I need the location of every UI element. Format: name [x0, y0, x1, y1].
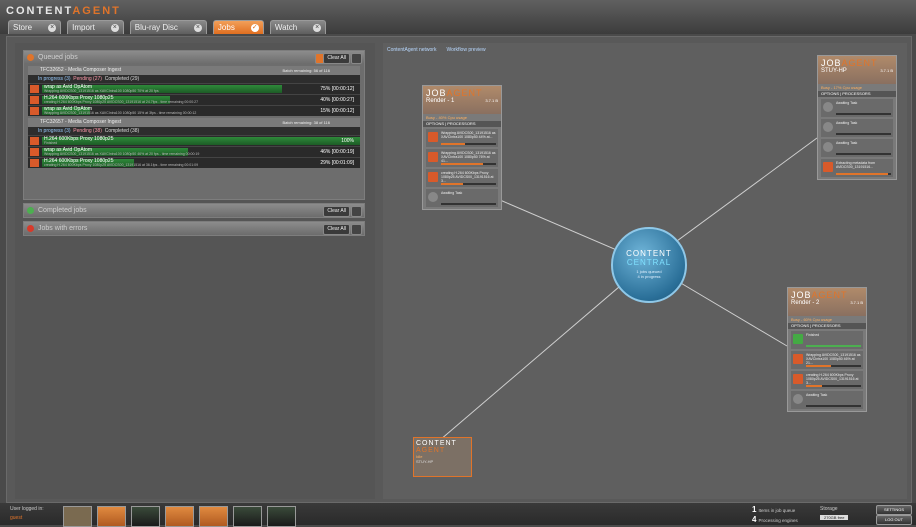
processors-tab[interactable]: OPTIONS | PROCESSORS [788, 323, 866, 329]
task-icon [793, 374, 803, 384]
processor-slot: Finished [791, 331, 863, 349]
processor-slot: Awaiting Task [426, 189, 498, 207]
storage-info: Storage 270GB free [820, 506, 849, 520]
thumbnail[interactable] [131, 506, 160, 527]
task-icon [428, 172, 438, 182]
processor-slot: Wrapping AVIDCS00_13191516 as XAVCIntra1… [426, 149, 498, 167]
thumbnail-strip [63, 506, 296, 527]
processor-slot: Extracting metadata from AVIDCS00_131915… [821, 159, 893, 177]
processor-slot: Wrapping AVIDCS00_13191516 as XAVCIntra1… [426, 129, 498, 147]
idle-icon [823, 102, 833, 112]
task-icon [428, 132, 438, 142]
queue-info: 1 Items in job queue 4 Processing engines [752, 505, 798, 524]
processor-slot: Awaiting Task [791, 391, 863, 409]
agent-header: JOBAGENT STUY-HP 3.7.1 B [818, 56, 896, 84]
contentagent-node[interactable]: CONTENT AGENT Idle STUY-HP [413, 437, 472, 477]
agent-status: Busy - 17% Cpu usage [821, 85, 862, 90]
thumbnail[interactable] [97, 506, 126, 527]
processors-tab[interactable]: OPTIONS | PROCESSORS [818, 91, 896, 97]
settings-button[interactable]: SETTINGS [876, 505, 912, 515]
idle-icon [823, 142, 833, 152]
agent-card-render-2[interactable]: JOBAGENT Render - 2 3.7.1 B Busy - 60% C… [787, 287, 867, 412]
thumbnail[interactable] [267, 506, 296, 527]
agent-status: Busy - 40% Cpu usage [426, 115, 467, 120]
task-icon [793, 334, 803, 344]
user-name: guest [10, 515, 23, 521]
agent-card-render-1[interactable]: JOBAGENT Render - 1 3.7.1 B Busy - 40% C… [422, 85, 502, 210]
processor-slot: creating H.264 600Kbps Proxy 1080p25 AVI… [426, 169, 498, 187]
task-icon [793, 354, 803, 364]
thumbnail[interactable] [63, 506, 92, 527]
task-icon [428, 152, 438, 162]
thumbnail[interactable] [233, 506, 262, 527]
user-label: User logged in: [10, 506, 44, 512]
agent-card-stuy-hp[interactable]: JOBAGENT STUY-HP 3.7.1 B Busy - 17% Cpu … [817, 55, 897, 180]
content-central-node[interactable]: CONTENT CENTRAL 1 jobs queued 4 in progr… [611, 227, 687, 303]
processors-tab[interactable]: OPTIONS | PROCESSORS [423, 121, 501, 127]
logout-button[interactable]: LOG OUT [876, 515, 912, 525]
agent-status: Busy - 60% Cpu usage [791, 317, 832, 322]
processor-slot: Awaiting Task [821, 139, 893, 157]
processor-slot: Wrapping AVIDCS00_13191516 as XAVCIntra1… [791, 351, 863, 369]
idle-icon [793, 394, 803, 404]
thumbnail[interactable] [199, 506, 228, 527]
thumbnail[interactable] [165, 506, 194, 527]
idle-icon [428, 192, 438, 202]
agent-header: JOBAGENT Render - 2 3.7.1 B [788, 288, 866, 316]
status-bar: User logged in: guest 1 Items in job queu… [0, 503, 916, 527]
processor-slot: Awaiting Task [821, 99, 893, 117]
processor-slot: creating H.264 600Kbps Proxy 1080p25 AVI… [791, 371, 863, 389]
idle-icon [823, 122, 833, 132]
storage-value: 270GB free [820, 515, 849, 520]
agent-header: JOBAGENT Render - 1 3.7.1 B [423, 86, 501, 114]
processor-slot: Awaiting Task [821, 119, 893, 137]
task-icon [823, 162, 833, 172]
